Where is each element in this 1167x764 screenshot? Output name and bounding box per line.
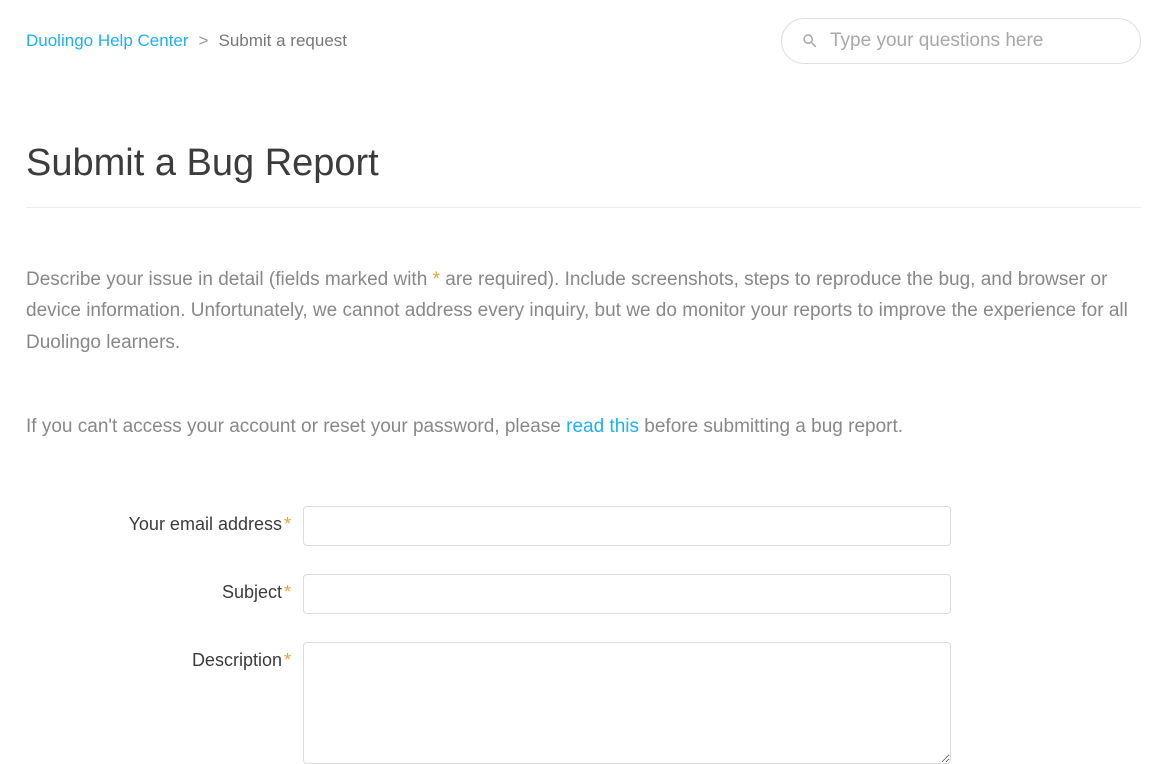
- page-title: Submit a Bug Report: [26, 142, 1141, 208]
- description-label-wrap: Description*: [26, 642, 303, 671]
- required-mark: *: [284, 514, 291, 534]
- subject-label: Subject: [222, 582, 282, 602]
- bug-report-form: Your email address* Subject* Description…: [26, 506, 1141, 764]
- access-note-after: before submitting a bug report.: [639, 416, 903, 437]
- search-container: [781, 18, 1141, 64]
- subject-field[interactable]: [303, 574, 951, 614]
- form-row-email: Your email address*: [26, 506, 1141, 546]
- breadcrumb-current: Submit a request: [218, 31, 347, 51]
- description-label: Description: [192, 650, 282, 670]
- email-label: Your email address: [129, 514, 282, 534]
- required-asterisk: *: [433, 269, 440, 290]
- breadcrumb-separator: >: [199, 31, 209, 51]
- breadcrumb: Duolingo Help Center > Submit a request: [26, 31, 347, 51]
- access-note: If you can't access your account or rese…: [26, 412, 1141, 442]
- subject-label-wrap: Subject*: [26, 574, 303, 603]
- required-mark: *: [284, 582, 291, 602]
- description-field[interactable]: [303, 642, 951, 764]
- search-input[interactable]: [781, 18, 1141, 64]
- read-this-link[interactable]: read this: [566, 416, 639, 437]
- email-label-wrap: Your email address*: [26, 506, 303, 535]
- search-icon: [801, 32, 819, 50]
- access-note-before: If you can't access your account or rese…: [26, 416, 566, 437]
- intro-part1: Describe your issue in detail (fields ma…: [26, 269, 433, 290]
- form-row-subject: Subject*: [26, 574, 1141, 614]
- intro-text: Describe your issue in detail (fields ma…: [26, 264, 1141, 358]
- form-row-description: Description*: [26, 642, 1141, 764]
- breadcrumb-home-link[interactable]: Duolingo Help Center: [26, 31, 189, 51]
- required-mark: *: [284, 650, 291, 670]
- email-field[interactable]: [303, 506, 951, 546]
